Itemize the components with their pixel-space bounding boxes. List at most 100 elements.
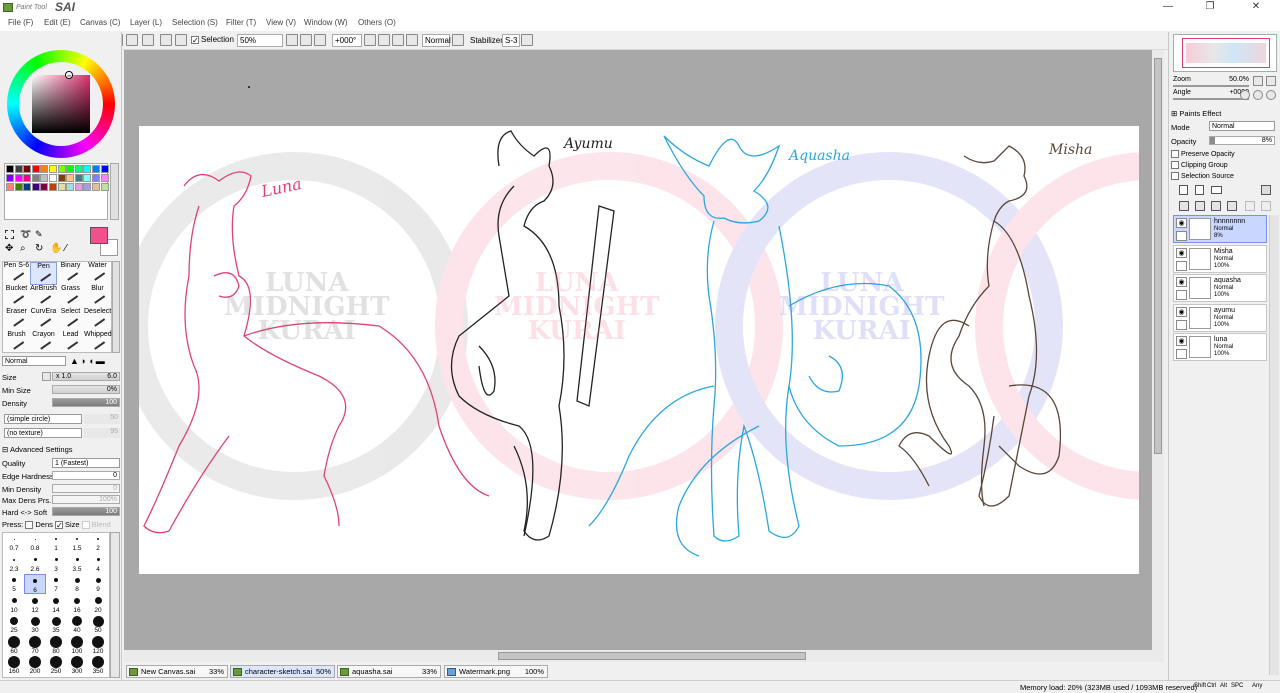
- nav-rotate-left-icon[interactable]: [1240, 90, 1250, 100]
- palette-swatch[interactable]: [31, 174, 40, 182]
- size-dropdown-icon[interactable]: [42, 372, 51, 381]
- magic-wand-icon[interactable]: ✎: [35, 229, 43, 240]
- nav-zoom-out-icon[interactable]: [1253, 76, 1263, 86]
- doc-tab-new-canvas[interactable]: New Canvas.sai 33%: [126, 665, 228, 678]
- palette-swatch[interactable]: [49, 174, 57, 182]
- nav-angle-slider[interactable]: [1173, 98, 1249, 100]
- brush-size-scrollbar[interactable]: [110, 532, 120, 678]
- layer-mode-dropdown[interactable]: Normal: [1209, 121, 1275, 131]
- brush-size-preset[interactable]: 200: [24, 656, 46, 676]
- menu-view[interactable]: View (V): [266, 18, 296, 27]
- clear-layer-icon[interactable]: [1211, 201, 1221, 211]
- doc-tab-aquasha[interactable]: aquasha.sai 33%: [337, 665, 441, 678]
- flip-icon[interactable]: [406, 34, 418, 46]
- brush-size-preset[interactable]: 5: [3, 574, 25, 594]
- nav-zoom-slider[interactable]: [1173, 85, 1249, 87]
- deselect-tool-icon[interactable]: [142, 34, 154, 46]
- tool-airbrush[interactable]: AirBrush: [30, 285, 57, 308]
- brush-size-preset[interactable]: 70: [24, 635, 46, 656]
- palette-swatch[interactable]: [66, 183, 75, 191]
- palette-swatch[interactable]: [66, 165, 75, 173]
- palette-swatch[interactable]: [40, 165, 49, 173]
- brush-size-preset[interactable]: 50: [87, 615, 109, 635]
- tool-blur[interactable]: Blur: [84, 285, 111, 308]
- palette-swatch[interactable]: [40, 174, 49, 182]
- lasso-icon[interactable]: ➰: [20, 229, 31, 240]
- brush-size-preset[interactable]: 3.5: [66, 554, 88, 574]
- nav-rotate-right-icon[interactable]: [1253, 90, 1263, 100]
- pin-icon[interactable]: [1176, 349, 1187, 359]
- tool-lead[interactable]: Lead: [57, 331, 84, 354]
- eye-icon[interactable]: ◉: [1176, 336, 1187, 346]
- palette-swatch[interactable]: [49, 183, 57, 191]
- tool-grass[interactable]: Grass: [57, 285, 84, 308]
- layer-item[interactable]: ◉ luna Normal 100%: [1173, 333, 1267, 361]
- edge-hardness-slider[interactable]: 0: [52, 471, 120, 480]
- brush-size-preset[interactable]: 1: [45, 533, 67, 553]
- zoom-reset-icon[interactable]: [314, 34, 326, 46]
- stabilizer-field[interactable]: S-3: [502, 34, 520, 47]
- palette-swatch[interactable]: [83, 174, 92, 182]
- paints-effect-toggle[interactable]: ⊞ Paints Effect: [1171, 109, 1221, 118]
- brush-size-preset[interactable]: 35: [45, 615, 67, 635]
- layer-list-scrollbar[interactable]: [1269, 215, 1279, 675]
- brush-size-preset[interactable]: 12: [24, 595, 46, 615]
- brush-shape-presets[interactable]: ▲◗◖▬: [70, 356, 107, 366]
- rotate-left-icon[interactable]: [364, 34, 376, 46]
- palette-swatch[interactable]: [14, 165, 23, 173]
- zoom-field[interactable]: 50%: [237, 34, 283, 47]
- nav-rotate-reset-icon[interactable]: [1266, 90, 1276, 100]
- palette-swatch[interactable]: [74, 174, 83, 182]
- min-size-slider[interactable]: 0%: [52, 385, 120, 394]
- pin-icon[interactable]: [1176, 290, 1187, 300]
- brush-size-preset[interactable]: 14: [45, 595, 67, 615]
- tool-eraser[interactable]: Eraser: [3, 308, 30, 331]
- max-dens-slider[interactable]: 100%: [52, 495, 120, 504]
- mode-menu-icon[interactable]: [452, 34, 464, 46]
- palette-swatch[interactable]: [23, 165, 32, 173]
- maximize-button[interactable]: ❐: [1198, 1, 1222, 12]
- drawing-canvas[interactable]: LUNA MIDNIGHT KURAI LUNA MIDNIGHT KURAI …: [139, 126, 1139, 574]
- layer-item[interactable]: ◉ Misha Normal 100%: [1173, 244, 1267, 273]
- quality-dropdown[interactable]: 1 (Fastest): [52, 458, 120, 468]
- tool-curvera[interactable]: CurvEra: [30, 308, 57, 331]
- mask-link-icon[interactable]: [1261, 201, 1271, 211]
- brush-size-preset[interactable]: 16: [66, 595, 88, 615]
- palette-swatch[interactable]: [92, 183, 100, 191]
- merge-down-icon[interactable]: [1195, 201, 1205, 211]
- layer-panel-toggle-icon[interactable]: [1261, 185, 1271, 195]
- palette-swatch[interactable]: [92, 174, 100, 182]
- palette-swatch[interactable]: [57, 183, 66, 191]
- eye-icon[interactable]: ◉: [1176, 277, 1187, 287]
- minimize-button[interactable]: —: [1156, 1, 1180, 12]
- eye-icon[interactable]: ◉: [1176, 218, 1187, 228]
- palette-swatch[interactable]: [14, 183, 23, 191]
- brush-size-preset[interactable]: 10: [3, 595, 25, 615]
- layer-opacity-slider[interactable]: 8%: [1209, 136, 1275, 145]
- primary-color-chip[interactable]: [90, 227, 108, 244]
- size-slider[interactable]: x 1.0 6.0: [52, 372, 120, 381]
- swatches-scrollbar[interactable]: [110, 163, 119, 220]
- press-dens-checkbox[interactable]: [25, 521, 34, 530]
- palette-swatch[interactable]: [6, 183, 14, 191]
- rotate-reset-icon[interactable]: [392, 34, 404, 46]
- press-blend-checkbox[interactable]: [81, 521, 90, 530]
- invert-selection-icon[interactable]: [160, 34, 172, 46]
- blend-mode-field[interactable]: Normal: [422, 34, 451, 47]
- tool-water[interactable]: Water: [84, 262, 111, 285]
- preserve-opacity-checkbox[interactable]: Preserve Opacity: [1171, 150, 1235, 158]
- brush-shape-dropdown[interactable]: (simple circle): [4, 414, 82, 424]
- close-button[interactable]: ✕: [1244, 1, 1268, 12]
- rect-select-icon[interactable]: [5, 230, 14, 239]
- doc-tab-watermark[interactable]: Watermark.png 100%: [444, 665, 548, 678]
- palette-swatch[interactable]: [40, 183, 49, 191]
- brush-size-preset[interactable]: 40: [66, 615, 88, 635]
- hand-tool-icon[interactable]: ✋: [50, 243, 62, 254]
- palette-swatch[interactable]: [23, 183, 32, 191]
- brush-size-preset[interactable]: 120: [87, 635, 109, 656]
- palette-swatch[interactable]: [6, 165, 14, 173]
- tool-binary[interactable]: Binary: [57, 262, 84, 285]
- new-folder-icon[interactable]: [1211, 186, 1222, 194]
- tool-brush[interactable]: Brush: [3, 331, 30, 354]
- zoom-in-icon[interactable]: [300, 34, 312, 46]
